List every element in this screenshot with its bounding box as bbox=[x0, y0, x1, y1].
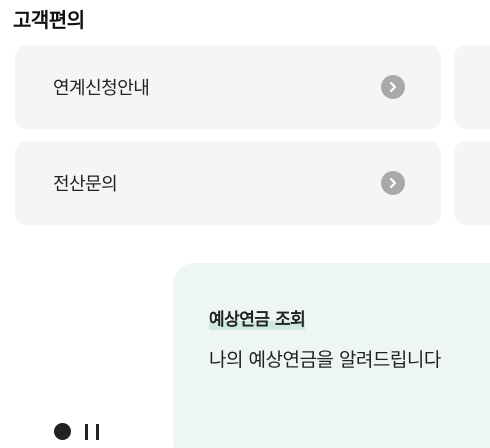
pause-bar bbox=[96, 424, 99, 440]
pause-bar bbox=[85, 424, 88, 440]
pause-icon[interactable] bbox=[85, 424, 99, 440]
card-label: 연계신청안내 bbox=[53, 78, 150, 99]
chevron-right-circle-icon bbox=[381, 75, 405, 99]
card-linkage-application[interactable]: 연계신청안내 bbox=[15, 45, 441, 129]
banner-pension-estimate[interactable]: 예상연금 조회 나의 예상연금을 알려드립니다 bbox=[173, 263, 490, 448]
page: 고객편의 연계신청안내 전산문의 예상연금 조회 나의 예상연금을 알려드립니다 bbox=[0, 0, 490, 448]
card-partial-next[interactable] bbox=[454, 45, 490, 129]
banner-description: 나의 예상연금을 알려드립니다 bbox=[209, 349, 441, 371]
section-title: 고객편의 bbox=[13, 8, 85, 32]
card-it-inquiry[interactable]: 전산문의 bbox=[15, 141, 441, 225]
carousel-indicator-active[interactable] bbox=[54, 423, 71, 440]
banner-title-text: 예상연금 조회 bbox=[209, 310, 306, 330]
card-partial-next[interactable] bbox=[454, 141, 490, 225]
card-label: 전산문의 bbox=[53, 174, 118, 195]
chevron-right-circle-icon bbox=[381, 171, 405, 195]
banner-title: 예상연금 조회 bbox=[209, 305, 306, 330]
